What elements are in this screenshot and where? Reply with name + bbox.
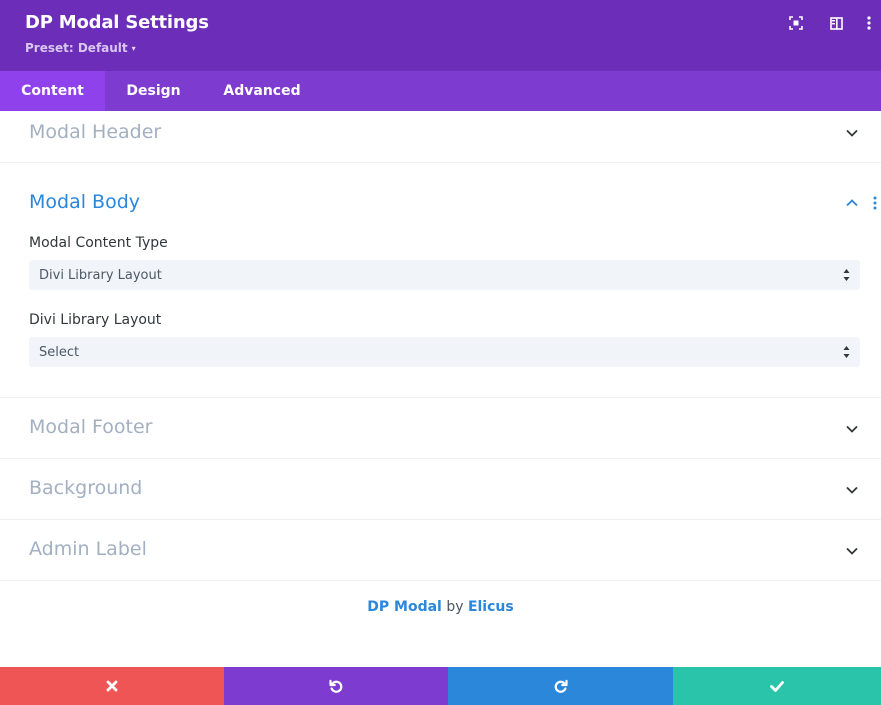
tab-content[interactable]: Content	[0, 71, 105, 111]
credit-by: by	[446, 599, 464, 615]
divi-library-layout-label: Divi Library Layout	[29, 312, 162, 328]
author-link[interactable]: Elicus	[468, 599, 514, 615]
panel-header: DP Modal Settings Preset: Default ▾	[0, 0, 881, 71]
chevron-down-icon[interactable]	[846, 425, 858, 433]
close-icon	[106, 680, 118, 692]
undo-button[interactable]	[224, 667, 448, 705]
section-title[interactable]: Modal Body	[29, 191, 140, 213]
tab-design[interactable]: Design	[105, 71, 202, 111]
modal-content-type-select[interactable]: Divi Library Layout	[29, 260, 860, 290]
section-modal-footer[interactable]: Modal Footer	[0, 398, 881, 459]
section-title: Background	[29, 477, 143, 499]
section-title: Modal Header	[29, 121, 162, 143]
sidebar-toggle-icon[interactable]	[827, 14, 845, 32]
select-value: Divi Library Layout	[39, 267, 162, 283]
section-modal-body: Modal Body Modal Content Type Divi Libra…	[0, 163, 881, 398]
chevron-up-icon[interactable]	[846, 199, 858, 207]
save-button[interactable]	[673, 667, 881, 705]
chevron-down-icon[interactable]	[846, 129, 858, 137]
chevron-down-icon[interactable]	[846, 486, 858, 494]
section-title: Modal Footer	[29, 416, 153, 438]
module-credit: DP Modal by Elicus	[0, 599, 881, 615]
divi-library-layout-select[interactable]: Select	[29, 337, 860, 367]
tab-advanced[interactable]: Advanced	[202, 71, 322, 111]
panel-title: DP Modal Settings	[25, 12, 209, 33]
action-bar	[0, 667, 881, 705]
caret-down-icon: ▾	[131, 43, 136, 53]
redo-icon	[554, 679, 568, 693]
more-options-icon[interactable]	[860, 14, 878, 32]
modal-content-type-label: Modal Content Type	[29, 235, 168, 251]
section-background[interactable]: Background	[0, 459, 881, 520]
checkmark-icon	[770, 680, 784, 692]
expand-icon[interactable]	[787, 14, 805, 32]
select-arrows-icon	[843, 269, 850, 281]
tab-bar: Content Design Advanced	[0, 71, 881, 111]
product-link[interactable]: DP Modal	[367, 599, 442, 615]
preset-selector[interactable]: Preset: Default ▾	[25, 41, 136, 55]
section-options-icon[interactable]	[873, 196, 877, 210]
section-title: Admin Label	[29, 538, 147, 560]
undo-icon	[328, 679, 342, 693]
chevron-down-icon[interactable]	[846, 547, 858, 555]
cancel-button[interactable]	[0, 667, 224, 705]
preset-label: Preset: Default	[25, 41, 128, 55]
select-value: Select	[39, 344, 80, 360]
select-arrows-icon	[843, 346, 850, 358]
modal-settings-panel: DP Modal Settings Preset: Default ▾ Cont…	[0, 0, 881, 705]
section-admin-label[interactable]: Admin Label	[0, 520, 881, 581]
redo-button[interactable]	[448, 667, 673, 705]
section-modal-header[interactable]: Modal Header	[0, 111, 881, 163]
